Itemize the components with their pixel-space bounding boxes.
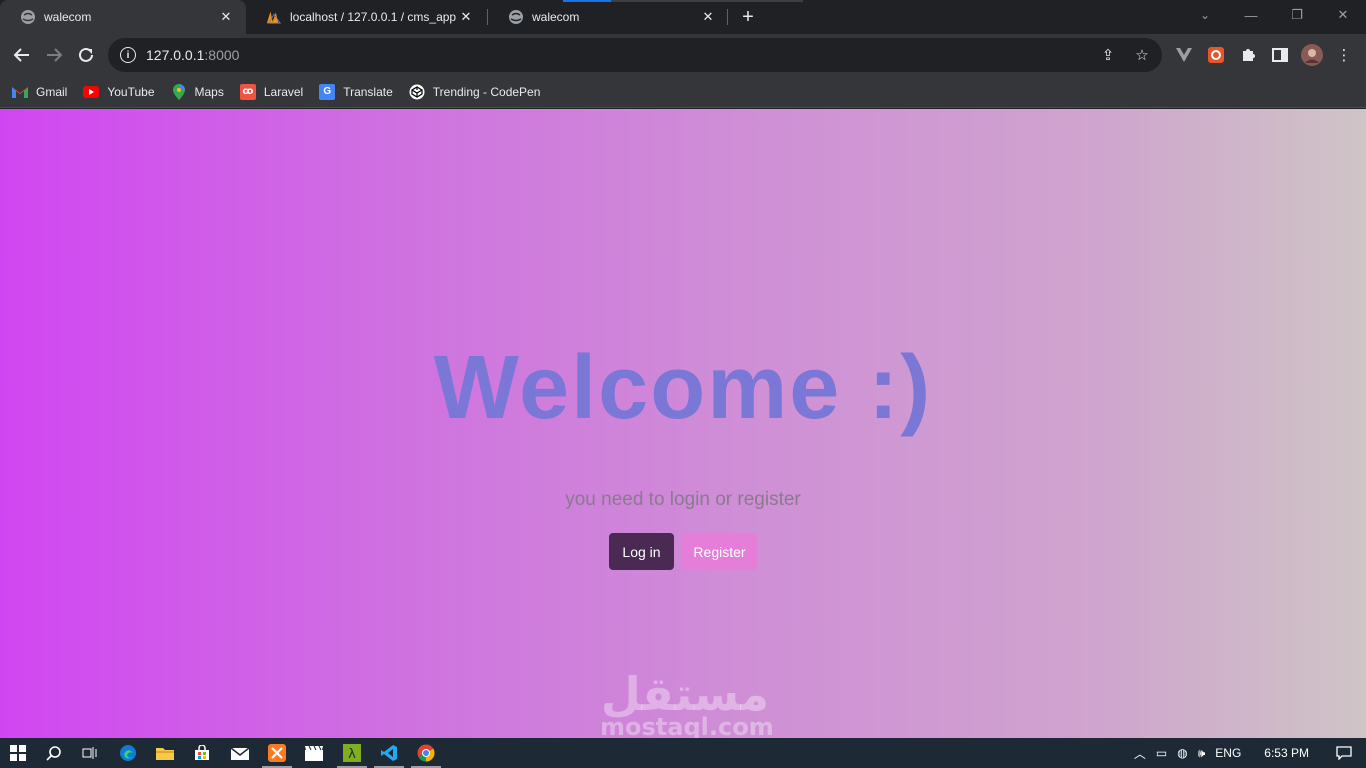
system-tray: ︿ ▭ ◍ 🕪 ENG 6:53 PM xyxy=(1129,738,1366,768)
tab-close-icon[interactable]: ✕ xyxy=(458,9,474,25)
bookmark-star-icon[interactable]: ☆ xyxy=(1132,45,1152,65)
bookmarks-bar: Gmail YouTube Maps ꝏ Laravel G Translate… xyxy=(0,76,1366,108)
loading-bar xyxy=(563,0,803,2)
xampp-icon[interactable] xyxy=(265,741,289,765)
youtube-icon xyxy=(83,84,100,100)
tab-walecom-1[interactable]: walecom ✕ xyxy=(0,0,246,34)
bookmark-laravel[interactable]: ꝏ Laravel xyxy=(239,83,304,100)
url-port: :8000 xyxy=(204,47,240,63)
browser-toolbar: i 127.0.0.1 :8000 ⇪ ☆ ⋮ xyxy=(0,34,1366,76)
watermark-arabic: مستقل xyxy=(600,667,770,721)
address-bar[interactable]: i 127.0.0.1 :8000 ⇪ ☆ xyxy=(108,38,1162,72)
tab-phpmyadmin[interactable]: localhost / 127.0.0.1 / cms_app / ✕ xyxy=(246,0,486,34)
bookmark-label: Translate xyxy=(343,84,393,99)
maps-icon xyxy=(171,83,187,100)
tab-close-icon[interactable]: ✕ xyxy=(700,9,716,25)
bookmark-codepen[interactable]: Trending - CodePen xyxy=(409,84,541,100)
new-tab-button[interactable]: + xyxy=(736,5,760,29)
language-indicator[interactable]: ENG xyxy=(1215,746,1241,760)
chrome-icon[interactable] xyxy=(414,741,438,765)
close-window-icon[interactable]: ✕ xyxy=(1320,0,1366,30)
clock[interactable]: 6:53 PM xyxy=(1264,746,1309,760)
login-button[interactable]: Log in xyxy=(609,533,674,570)
store-icon[interactable] xyxy=(190,741,214,765)
tab-strip: walecom ✕ localhost / 127.0.0.1 / cms_ap… xyxy=(0,0,1366,34)
auth-actions: Log in Register xyxy=(609,533,757,570)
network-icon[interactable]: ◍ xyxy=(1177,746,1187,760)
watermark: مستقل mostaql.com xyxy=(600,667,774,738)
notification-icon[interactable] xyxy=(1336,746,1352,760)
watermark-latin: mostaql.com xyxy=(600,713,774,738)
page-viewport: Welcome :) you need to login or register… xyxy=(0,109,1366,738)
profile-avatar[interactable] xyxy=(1300,43,1324,67)
tab-title: localhost / 127.0.0.1 / cms_app / xyxy=(290,10,458,24)
side-panel-icon[interactable] xyxy=(1268,43,1292,67)
windows-start-icon[interactable] xyxy=(6,741,30,765)
bookmark-label: Gmail xyxy=(36,84,68,99)
mail-icon[interactable] xyxy=(228,741,252,765)
bookmark-label: Trending - CodePen xyxy=(432,84,541,99)
register-button[interactable]: Register xyxy=(682,533,757,570)
url-host: 127.0.0.1 xyxy=(146,47,205,63)
bookmark-label: Maps xyxy=(194,84,224,99)
tab-search-icon[interactable]: ⌄ xyxy=(1196,6,1214,24)
laravel-icon: ꝏ xyxy=(239,83,256,100)
minimize-icon[interactable]: — xyxy=(1228,0,1274,30)
site-info-icon[interactable]: i xyxy=(120,47,136,63)
bookmark-label: YouTube xyxy=(107,84,155,99)
reload-icon[interactable] xyxy=(70,39,102,71)
extensions-puzzle-icon[interactable] xyxy=(1236,43,1260,67)
codepen-icon xyxy=(409,84,425,100)
file-explorer-icon[interactable] xyxy=(153,741,177,765)
extension-icon[interactable] xyxy=(1204,43,1228,67)
task-view-icon[interactable] xyxy=(78,741,102,765)
volume-icon[interactable]: 🕪 xyxy=(1198,746,1206,761)
bookmark-translate[interactable]: G Translate xyxy=(319,83,393,100)
page-subtitle: you need to login or register xyxy=(565,489,801,510)
lambda-app-icon[interactable]: λ xyxy=(340,741,364,765)
vue-devtools-icon[interactable] xyxy=(1172,43,1196,67)
menu-icon[interactable]: ⋮ xyxy=(1332,43,1356,67)
tab-separator xyxy=(727,9,728,25)
globe-icon xyxy=(508,9,524,25)
page-title: Welcome :) xyxy=(433,338,933,438)
tab-close-icon[interactable]: ✕ xyxy=(218,9,234,25)
globe-icon xyxy=(20,9,36,25)
battery-icon[interactable]: ▭ xyxy=(1156,746,1167,760)
edge-icon[interactable] xyxy=(116,741,140,765)
translate-icon: G xyxy=(319,83,336,100)
window-controls: — ❐ ✕ xyxy=(1228,0,1366,30)
restore-icon[interactable]: ❐ xyxy=(1274,0,1320,30)
tab-title: walecom xyxy=(44,10,92,24)
phpmyadmin-icon xyxy=(266,9,282,25)
bookmark-maps[interactable]: Maps xyxy=(171,83,224,100)
chevron-up-icon[interactable]: ︿ xyxy=(1134,745,1146,762)
search-icon[interactable] xyxy=(42,741,66,765)
svg-text:λ: λ xyxy=(348,747,356,762)
taskbar: λ ︿ ▭ ◍ 🕪 ENG 6:53 PM xyxy=(0,738,1366,768)
bookmark-label: Laravel xyxy=(263,84,304,99)
bookmark-youtube[interactable]: YouTube xyxy=(83,84,155,100)
forward-icon[interactable] xyxy=(38,39,70,71)
tab-walecom-2[interactable]: walecom ✕ xyxy=(488,0,728,34)
video-editor-icon[interactable] xyxy=(302,741,326,765)
tab-title: walecom xyxy=(532,10,580,24)
gmail-icon xyxy=(12,84,28,100)
back-icon[interactable] xyxy=(6,39,38,71)
bookmark-gmail[interactable]: Gmail xyxy=(12,84,67,100)
vscode-icon[interactable] xyxy=(377,741,401,765)
share-icon[interactable]: ⇪ xyxy=(1098,45,1118,65)
